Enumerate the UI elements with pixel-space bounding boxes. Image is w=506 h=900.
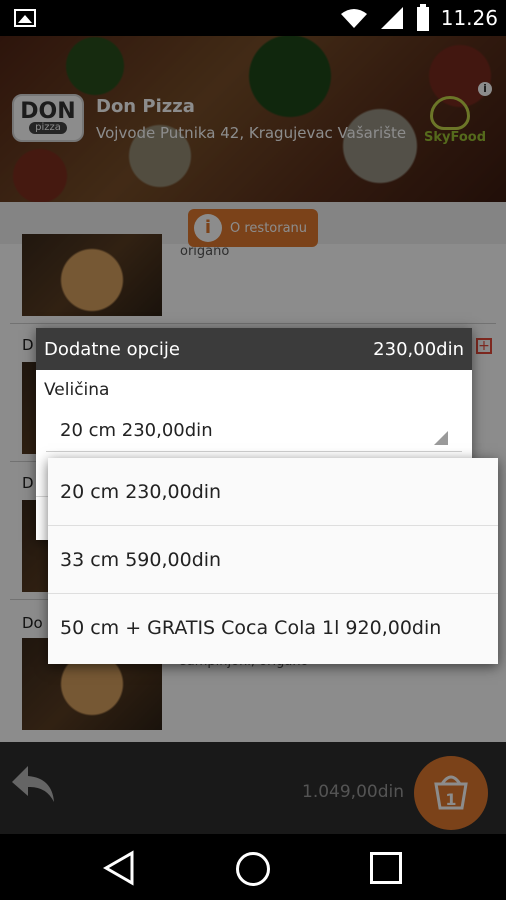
dropdown-arrow-icon — [434, 431, 448, 445]
status-time: 11.26 — [440, 6, 498, 30]
dialog-title: Dodatne opcije — [44, 338, 181, 360]
size-options-dropdown: 20 cm 230,00din 33 cm 590,00din 50 cm + … — [48, 458, 498, 664]
size-option[interactable]: 50 cm + GRATIS Coca Cola 1l 920,00din — [48, 594, 498, 662]
status-icons: 11.26 — [339, 4, 498, 32]
size-select[interactable]: 20 cm 230,00din — [46, 412, 462, 452]
dialog-body: Veličina — [36, 370, 472, 408]
size-select-value: 20 cm 230,00din — [60, 420, 213, 441]
nav-back-icon[interactable] — [102, 850, 136, 886]
navigation-bar — [0, 834, 506, 900]
size-label: Veličina — [44, 380, 110, 400]
nav-recents-icon[interactable] — [370, 852, 402, 884]
dialog-header: Dodatne opcije 230,00din — [36, 328, 472, 370]
size-option[interactable]: 20 cm 230,00din — [48, 458, 498, 526]
nav-home-icon[interactable] — [236, 852, 270, 886]
status-bar: 11.26 — [0, 0, 506, 36]
dialog-price: 230,00din — [373, 338, 464, 360]
image-icon — [14, 9, 36, 27]
signal-icon — [380, 7, 403, 29]
battery-icon — [416, 4, 429, 31]
size-option[interactable]: 33 cm 590,00din — [48, 526, 498, 594]
wifi-icon — [340, 9, 367, 28]
